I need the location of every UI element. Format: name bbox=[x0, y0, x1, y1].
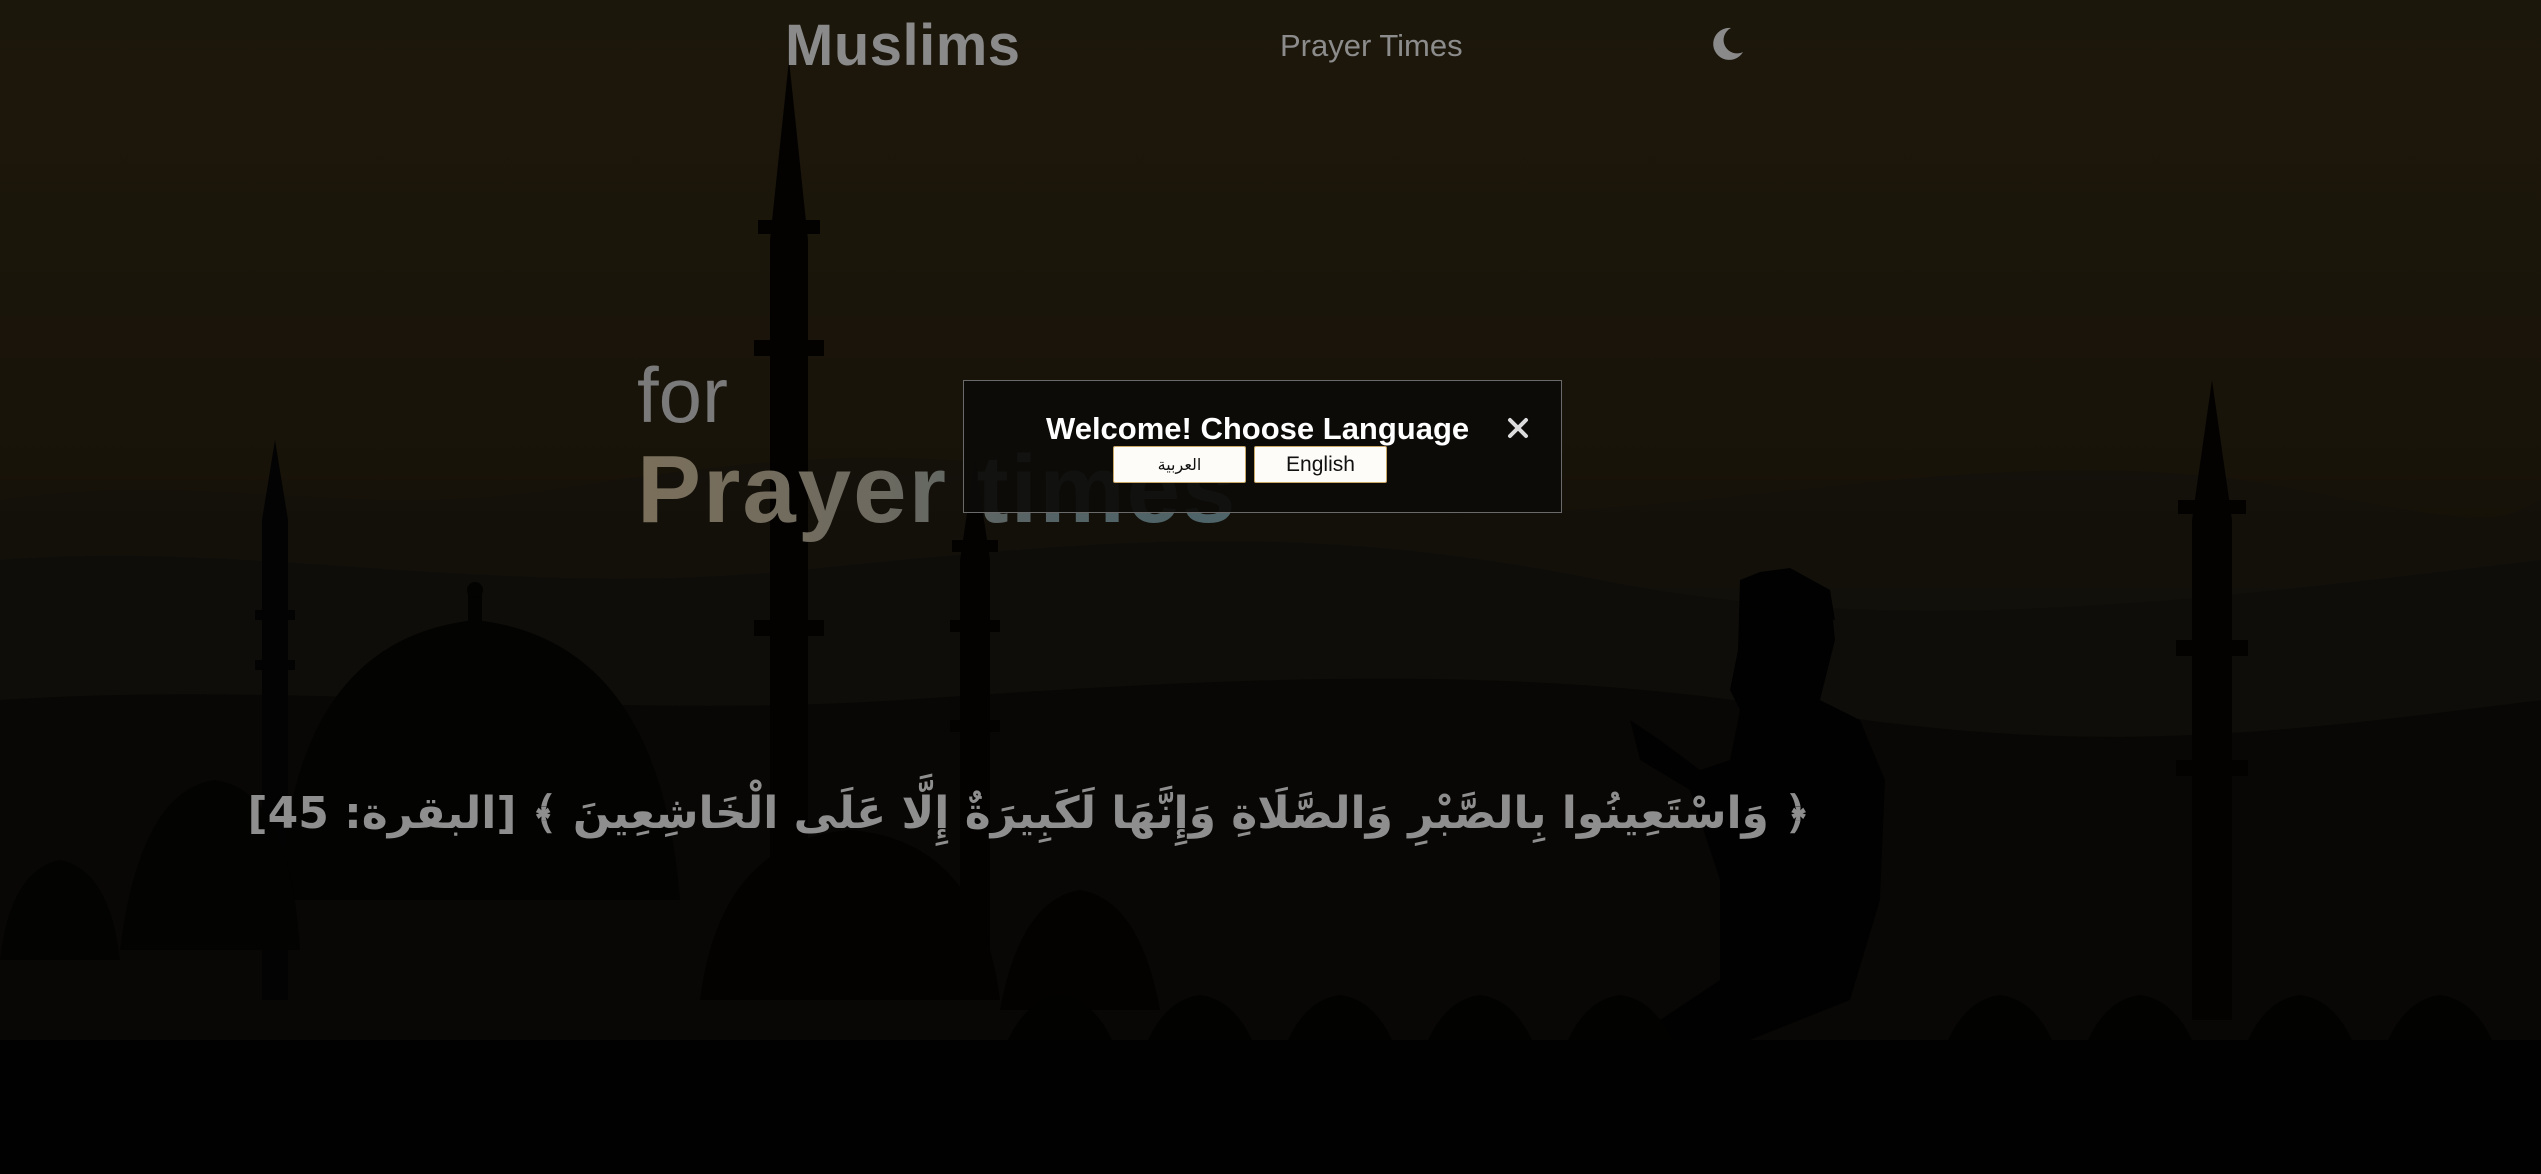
quran-verse: ﴿ وَاسْتَعِينُوا بِالصَّبْرِ وَالصَّلَاة… bbox=[247, 788, 1811, 839]
moon-icon[interactable] bbox=[1707, 24, 1747, 64]
page: Muslims Prayer Times for Prayer times ﴿ … bbox=[0, 0, 2541, 1174]
hero-pre-title: for bbox=[637, 351, 729, 439]
arabic-language-button[interactable]: العربية bbox=[1113, 446, 1246, 483]
close-icon[interactable] bbox=[1505, 415, 1531, 441]
dark-overlay bbox=[0, 0, 2541, 1174]
site-brand[interactable]: Muslims bbox=[785, 12, 1021, 79]
english-language-button[interactable]: English bbox=[1254, 446, 1387, 483]
modal-title: Welcome! Choose Language bbox=[1046, 411, 1470, 446]
language-modal: Welcome! Choose Language العربية English bbox=[963, 380, 1562, 513]
nav-link-prayer-times[interactable]: Prayer Times bbox=[1280, 28, 1463, 64]
